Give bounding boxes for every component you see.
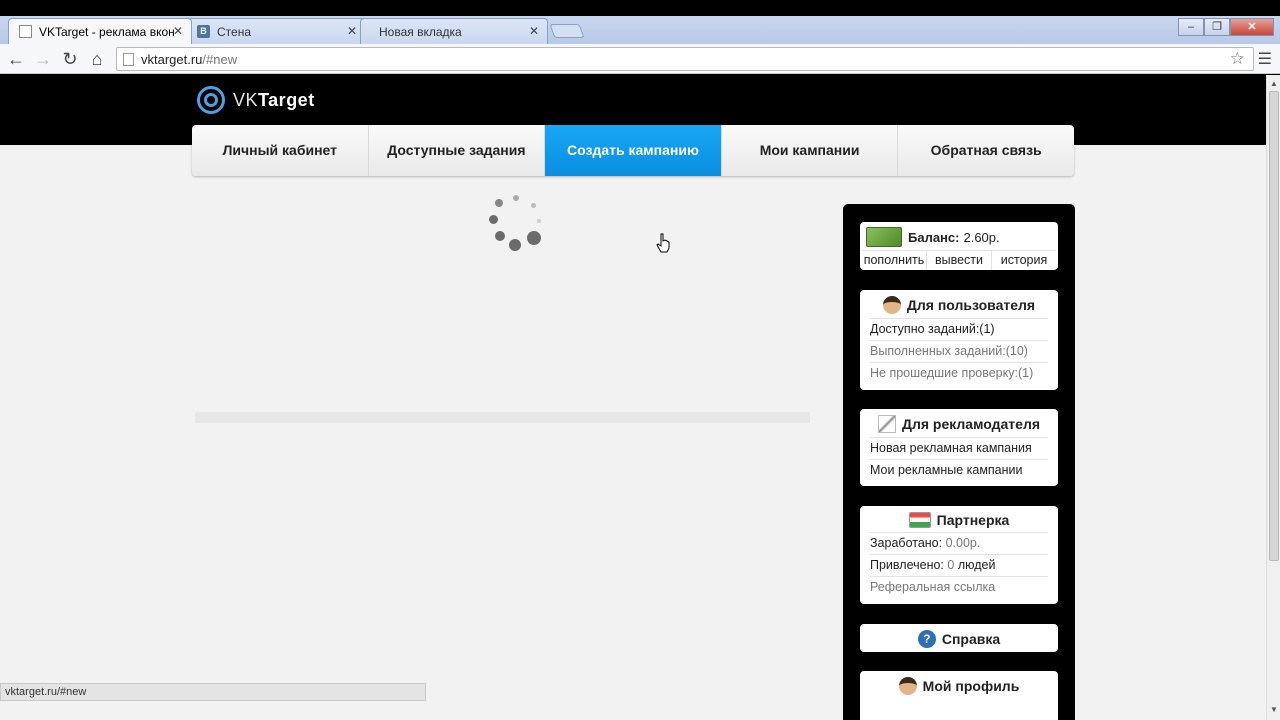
help-box-title-text: Справка bbox=[941, 631, 1001, 647]
tab-wall[interactable]: B Стена ✕ bbox=[186, 18, 366, 44]
user-box-title-text: Для пользователя bbox=[906, 297, 1036, 313]
page-icon bbox=[123, 53, 134, 66]
tab-strip: VKTarget - реклама вкон ✕ B Стена ✕ Нова… bbox=[0, 16, 1280, 44]
advertiser-box-title: Для рекламодателя bbox=[860, 409, 1058, 437]
tab-title: VKTarget - реклама вкон bbox=[39, 25, 175, 39]
minimize-icon[interactable]: – bbox=[1178, 18, 1204, 36]
hand-cursor-icon bbox=[656, 233, 670, 253]
balance-actions: пополнить вывести история bbox=[862, 250, 1056, 270]
user-icon bbox=[882, 296, 901, 314]
help-icon: ? bbox=[917, 630, 936, 648]
tab-title: Новая вкладка bbox=[379, 25, 462, 39]
user-icon bbox=[898, 677, 917, 695]
referred-unit: людей bbox=[957, 558, 996, 572]
logo[interactable]: VKTarget bbox=[197, 86, 315, 114]
vertical-scrollbar[interactable]: ▲ ▼ bbox=[1266, 75, 1280, 720]
scroll-thumb[interactable] bbox=[1269, 91, 1279, 561]
balance-line: Баланс: 2.60р. bbox=[860, 222, 1058, 248]
scroll-up-icon[interactable]: ▲ bbox=[1270, 79, 1278, 88]
url-text[interactable]: vktarget.ru/#new bbox=[141, 52, 237, 67]
tab-vktarget[interactable]: VKTarget - реклама вкон ✕ bbox=[8, 18, 192, 44]
nav-available-tasks[interactable]: Доступные задания bbox=[369, 125, 546, 176]
address-bar[interactable]: vktarget.ru/#new ☆ bbox=[116, 47, 1254, 71]
my-campaigns-link[interactable]: Мои рекламные кампании bbox=[870, 459, 1048, 481]
close-icon[interactable]: ✕ bbox=[173, 24, 183, 38]
star-icon[interactable]: ☆ bbox=[1230, 49, 1245, 69]
nav-feedback[interactable]: Обратная связь bbox=[898, 125, 1074, 176]
money-icon bbox=[866, 227, 902, 247]
referred-value: 0 bbox=[947, 558, 955, 572]
reload-icon[interactable]: ↻ bbox=[59, 48, 81, 70]
history-link[interactable]: история bbox=[992, 251, 1056, 270]
vk-icon: B bbox=[197, 25, 210, 38]
advertiser-box-title-text: Для рекламодателя bbox=[901, 416, 1041, 432]
back-icon[interactable]: ← bbox=[5, 48, 27, 70]
browser-toolbar: ← → ↻ ⌂ vktarget.ru/#new ☆ ☰ bbox=[0, 44, 1280, 74]
user-box-title: Для пользователя bbox=[860, 290, 1058, 318]
balance-label: Баланс: bbox=[908, 229, 960, 245]
nav-create-campaign[interactable]: Создать кампанию bbox=[545, 125, 722, 176]
help-box[interactable]: ? Справка bbox=[860, 624, 1058, 652]
status-bar: vktarget.ru/#new bbox=[0, 683, 426, 701]
profile-box[interactable]: Мой профиль bbox=[860, 671, 1058, 720]
referred-row: Привлечено: 0 людей bbox=[870, 554, 1048, 576]
failed-tasks-link[interactable]: Не прошедшие проверку:(1) bbox=[870, 362, 1048, 384]
new-tab-button[interactable] bbox=[549, 24, 585, 38]
web-page: VKTarget Личный кабинет Доступные задани… bbox=[0, 75, 1266, 720]
megaphone-icon bbox=[877, 415, 896, 433]
tab-title: Стена bbox=[217, 25, 252, 39]
page-icon bbox=[19, 25, 32, 38]
content-placeholder-bar bbox=[195, 412, 810, 423]
url-path: /#new bbox=[202, 52, 238, 67]
earned-value: 0.00р. bbox=[945, 536, 981, 550]
close-icon[interactable]: ✕ bbox=[529, 24, 539, 38]
menu-icon[interactable]: ☰ bbox=[1258, 49, 1272, 69]
close-window-icon[interactable]: ✕ bbox=[1230, 18, 1274, 36]
profile-box-title: Мой профиль bbox=[860, 671, 1058, 699]
nav-my-campaigns[interactable]: Мои кампании bbox=[722, 125, 899, 176]
topup-link[interactable]: пополнить bbox=[862, 251, 927, 270]
help-box-title: ? Справка bbox=[860, 624, 1058, 652]
available-tasks-link[interactable]: Доступно заданий:(1) bbox=[870, 318, 1048, 340]
completed-tasks-link[interactable]: Выполненных заданий:(10) bbox=[870, 340, 1048, 362]
balance-box: Баланс: 2.60р. пополнить вывести история bbox=[860, 222, 1058, 270]
logo-suffix: Target bbox=[258, 89, 315, 110]
main-nav: Личный кабинет Доступные задания Создать… bbox=[192, 125, 1074, 176]
earned-row: Заработано: 0.00р. bbox=[870, 532, 1048, 554]
maximize-icon[interactable]: ❐ bbox=[1204, 18, 1230, 36]
partner-icon bbox=[908, 512, 931, 528]
close-icon[interactable]: ✕ bbox=[347, 24, 357, 38]
user-box: Для пользователя Доступно заданий:(1) Вы… bbox=[860, 290, 1058, 390]
target-icon bbox=[197, 86, 225, 114]
earned-label: Заработано: bbox=[870, 536, 943, 550]
referred-label: Привлечено: bbox=[870, 558, 944, 572]
loading-spinner bbox=[487, 195, 543, 251]
advertiser-box: Для рекламодателя Новая рекламная кампан… bbox=[860, 409, 1058, 486]
tab-new[interactable]: Новая вкладка ✕ bbox=[360, 18, 548, 44]
scroll-down-icon[interactable]: ▼ bbox=[1270, 705, 1278, 714]
profile-box-title-text: Мой профиль bbox=[922, 678, 1020, 694]
new-campaign-link[interactable]: Новая рекламная кампания bbox=[870, 437, 1048, 459]
partner-box: Партнерка Заработано: 0.00р. Привлечено:… bbox=[860, 506, 1058, 604]
partner-box-title: Партнерка bbox=[860, 506, 1058, 532]
withdraw-link[interactable]: вывести bbox=[927, 251, 992, 270]
nav-personal-cabinet[interactable]: Личный кабинет bbox=[192, 125, 369, 176]
balance-value: 2.60р. bbox=[963, 229, 1000, 245]
home-icon[interactable]: ⌂ bbox=[86, 48, 108, 70]
window-controls: – ❐ ✕ bbox=[1178, 18, 1274, 36]
forward-icon[interactable]: → bbox=[32, 48, 54, 70]
url-host: vktarget.ru bbox=[141, 52, 203, 67]
referral-link[interactable]: Реферальная ссылка bbox=[870, 576, 1048, 598]
logo-prefix: VK bbox=[233, 89, 259, 110]
sidebar: Баланс: 2.60р. пополнить вывести история… bbox=[843, 204, 1075, 720]
logo-text: VKTarget bbox=[233, 90, 315, 111]
partner-box-title-text: Партнерка bbox=[936, 512, 1010, 528]
